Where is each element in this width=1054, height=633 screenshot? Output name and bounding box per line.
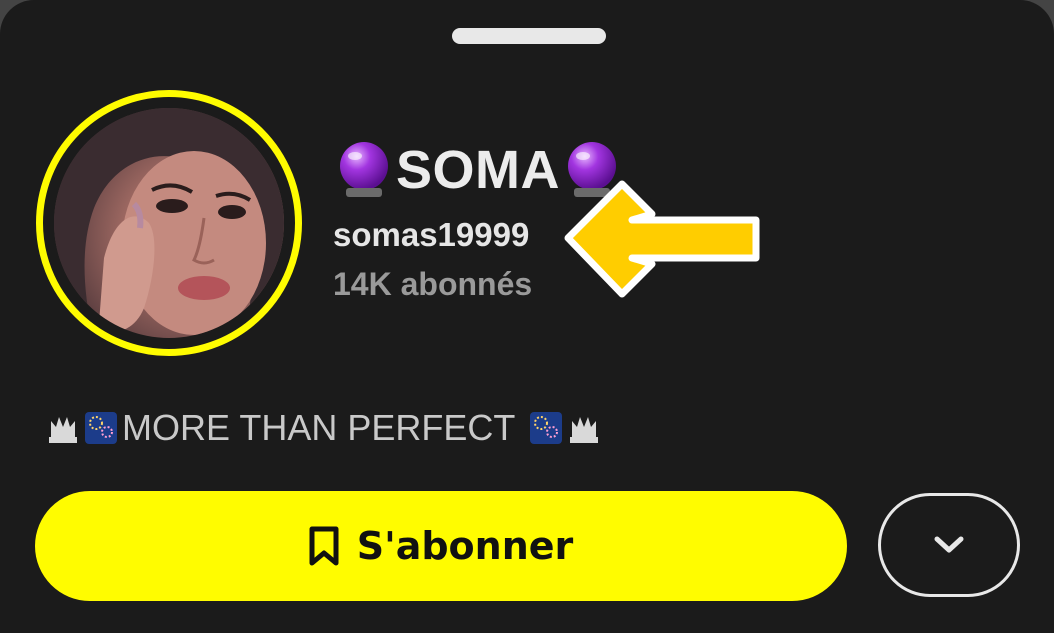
- bio: MORE THAN PERFECT: [46, 406, 601, 450]
- avatar[interactable]: [54, 108, 284, 338]
- avatar-story-ring[interactable]: [36, 90, 302, 356]
- fireworks-icon: [530, 412, 563, 444]
- chevron-down-icon: [934, 536, 964, 553]
- subscriber-count[interactable]: 14K abonnés: [333, 266, 532, 303]
- bookmark-icon: [309, 526, 339, 566]
- profile-sheet: SOMA somas19999 14K abonnés MORE THAN PE…: [0, 0, 1054, 633]
- more-options-button[interactable]: [878, 493, 1020, 597]
- username: somas19999: [333, 216, 530, 253]
- bio-text: MORE THAN PERFECT: [122, 407, 516, 448]
- yellow-arrow-left-icon: [564, 180, 760, 298]
- display-name-text: SOMA: [396, 140, 560, 200]
- sheet-grab-handle[interactable]: [452, 28, 606, 44]
- crystal-ball-icon: [340, 142, 388, 197]
- trident-icon: [49, 417, 77, 443]
- avatar-portrait-icon: [54, 108, 284, 338]
- subscribe-label: S'abonner: [356, 524, 574, 568]
- trident-icon: [570, 417, 599, 443]
- fireworks-icon: [85, 412, 117, 444]
- subscribe-button[interactable]: S'abonner: [35, 491, 847, 601]
